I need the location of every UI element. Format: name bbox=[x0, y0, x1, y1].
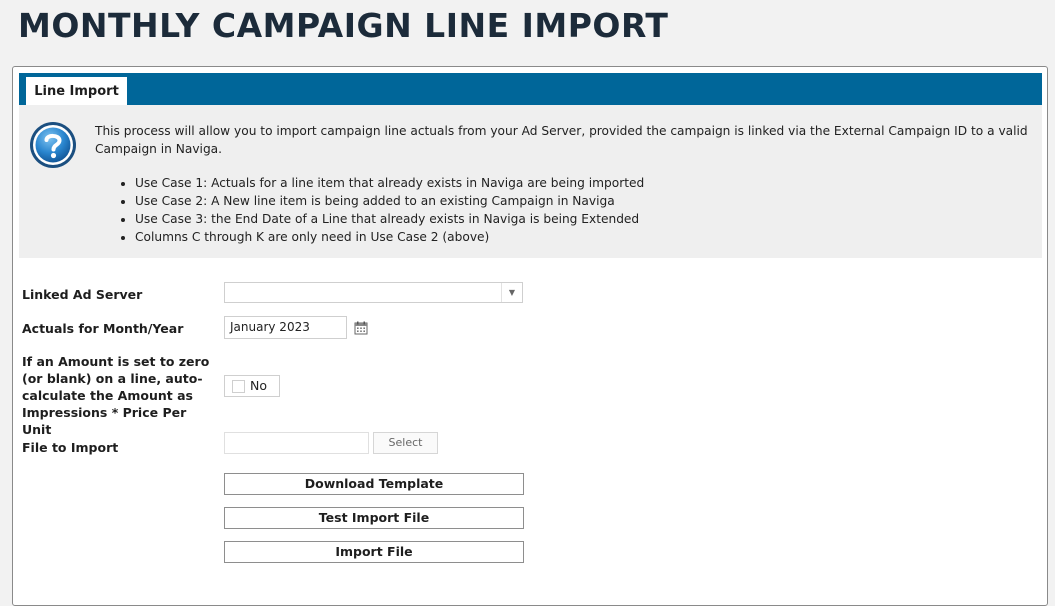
use-case-item: Use Case 1: Actuals for a line item that… bbox=[135, 174, 1035, 192]
actuals-month-year-label: Actuals for Month/Year bbox=[22, 321, 184, 336]
use-case-item: Columns C through K are only need in Use… bbox=[135, 228, 1035, 246]
linked-ad-server-dropdown[interactable]: ▼ bbox=[224, 282, 523, 303]
auto-calculate-toggle[interactable]: No bbox=[224, 375, 280, 397]
linked-ad-server-label: Linked Ad Server bbox=[22, 287, 143, 302]
actuals-month-year-input[interactable]: January 2023 bbox=[224, 316, 347, 339]
file-to-import-label: File to Import bbox=[22, 440, 119, 455]
info-box: This process will allow you to import ca… bbox=[19, 105, 1042, 258]
auto-calculate-checkbox[interactable] bbox=[232, 380, 245, 393]
page-title: MONTHLY CAMPAIGN LINE IMPORT bbox=[18, 6, 669, 45]
info-description: This process will allow you to import ca… bbox=[95, 124, 1028, 156]
tab-bar: Line Import bbox=[19, 73, 1042, 105]
import-file-button[interactable]: Import File bbox=[224, 541, 524, 563]
download-template-button[interactable]: Download Template bbox=[224, 473, 524, 495]
use-case-item: Use Case 2: A New line item is being add… bbox=[135, 192, 1035, 210]
info-text: This process will allow you to import ca… bbox=[95, 122, 1035, 246]
file-to-import-input[interactable] bbox=[224, 432, 369, 454]
question-mark-icon bbox=[30, 122, 76, 168]
auto-calculate-label: If an Amount is set to zero (or blank) o… bbox=[22, 354, 210, 437]
line-import-panel: Line Import This process will allow you … bbox=[12, 66, 1048, 606]
use-case-item: Use Case 3: the End Date of a Line that … bbox=[135, 210, 1035, 228]
tab-line-import[interactable]: Line Import bbox=[26, 77, 127, 105]
select-file-button[interactable]: Select bbox=[373, 432, 438, 454]
calendar-icon[interactable] bbox=[354, 321, 368, 335]
use-case-list: Use Case 1: Actuals for a line item that… bbox=[95, 174, 1035, 246]
auto-calculate-value: No bbox=[250, 378, 267, 393]
chevron-down-icon[interactable]: ▼ bbox=[501, 283, 522, 302]
test-import-file-button[interactable]: Test Import File bbox=[224, 507, 524, 529]
